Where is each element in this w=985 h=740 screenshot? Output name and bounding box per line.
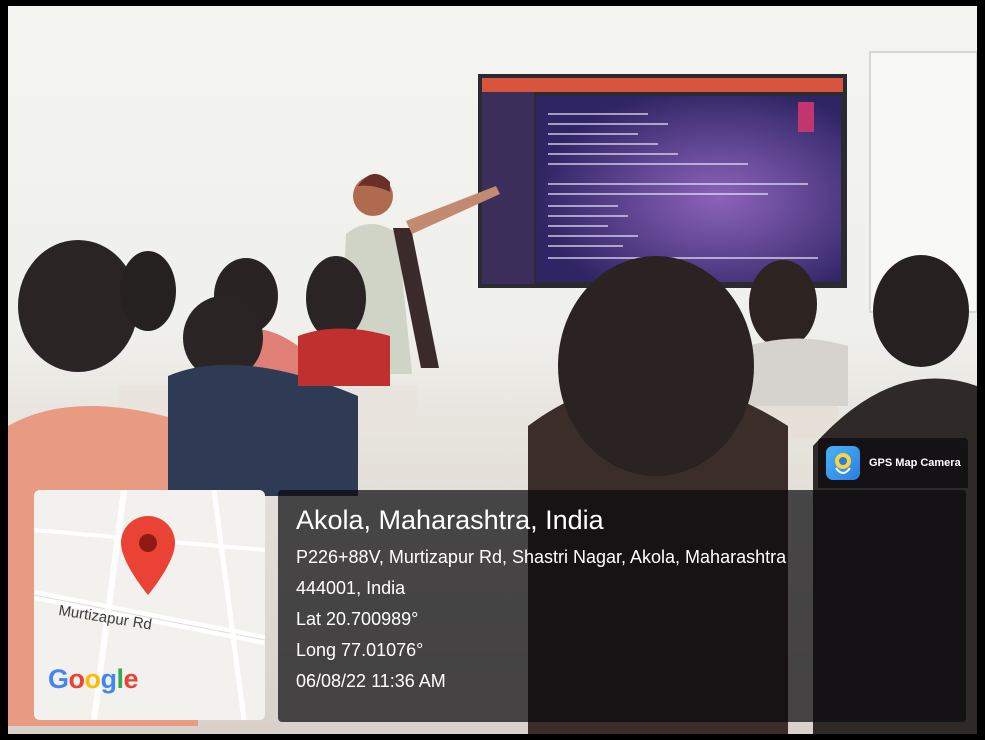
timestamp: 06/08/22 11:36 AM [296,671,446,691]
gps-map-camera-badge: GPS Map Camera [818,438,968,488]
longitude-value: Long 77.01076° [296,640,424,660]
address-line-1: P226+88V, Murtizapur Rd, Shastri Nagar, … [296,547,787,567]
latitude-value: Lat 20.700989° [296,609,419,629]
presentation-screen-sidebar [482,92,534,284]
map-thumbnail: Murtizapur Rd Google [34,490,265,720]
google-logo: Google [48,664,139,694]
presentation-screen-bar [482,78,843,92]
gps-map-camera-label: GPS Map Camera [869,457,961,469]
gps-info-text: Akola, Maharashtra, India P226+88V, Murt… [296,502,786,697]
gps-map-camera-app-icon [826,446,860,480]
photo-frame: GPS Map Camera Akola, Maharashtra, India… [0,0,985,740]
address-line-2: 444001, India [296,578,406,598]
location-title: Akola, Maharashtra, India [296,505,604,535]
